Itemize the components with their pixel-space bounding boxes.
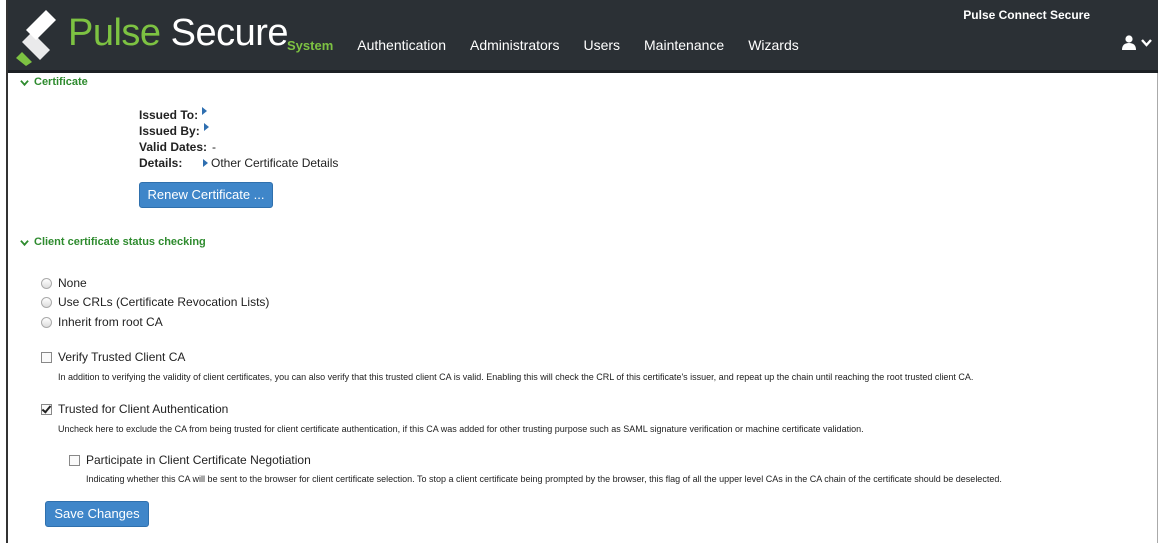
- status-checking-section-header[interactable]: Client certificate status checking: [20, 236, 206, 248]
- valid-dates-label: Valid Dates:: [139, 140, 208, 154]
- renew-certificate-button[interactable]: Renew Certificate ...: [139, 182, 273, 208]
- expand-arrow-icon[interactable]: [203, 123, 209, 131]
- radio-none-label: None: [58, 276, 87, 290]
- valid-dates-value: -: [212, 140, 217, 154]
- page-frame: Pulse Secure Pulse Connect Secure System…: [6, 0, 1158, 543]
- radio-none[interactable]: [41, 277, 52, 289]
- tab-system[interactable]: System: [287, 37, 333, 53]
- trusted-client-auth-option[interactable]: Trusted for Client Authentication: [41, 402, 228, 416]
- verify-trusted-ca-checkbox[interactable]: [41, 351, 52, 363]
- trusted-client-auth-label: Trusted for Client Authentication: [58, 402, 229, 416]
- participate-negotiation-label: Participate in Client Certificate Negoti…: [86, 453, 311, 467]
- issued-to-label: Issued To:: [139, 108, 199, 122]
- radio-inherit-label: Inherit from root CA: [58, 315, 163, 329]
- expand-arrow-icon: [203, 159, 208, 167]
- tab-maintenance[interactable]: Maintenance: [644, 37, 724, 53]
- chevron-down-icon: [20, 239, 29, 246]
- other-certificate-details-link[interactable]: Other Certificate Details: [203, 155, 338, 171]
- brand-part1: Pulse: [68, 12, 161, 54]
- radio-none-option[interactable]: None: [41, 276, 87, 290]
- details-link-label: Other Certificate Details: [211, 156, 339, 170]
- issued-by-label: Issued By:: [139, 124, 200, 138]
- verify-trusted-ca-option[interactable]: Verify Trusted Client CA: [41, 350, 185, 364]
- brand-part2: Secure: [170, 12, 289, 54]
- verify-trusted-ca-label: Verify Trusted Client CA: [58, 350, 186, 364]
- radio-use-crls-option[interactable]: Use CRLs (Certificate Revocation Lists): [41, 295, 269, 309]
- issued-to-row: Issued To:: [139, 107, 338, 123]
- radio-inherit[interactable]: [41, 316, 52, 328]
- tab-administrators[interactable]: Administrators: [470, 37, 559, 53]
- radio-use-crls[interactable]: [41, 296, 52, 308]
- radio-inherit-option[interactable]: Inherit from root CA: [41, 315, 163, 329]
- participate-negotiation-description: Indicating whether this CA will be sent …: [86, 474, 1002, 484]
- certificate-heading: Certificate: [34, 76, 88, 88]
- expand-arrow-icon[interactable]: [202, 107, 208, 115]
- valid-dates-row: Valid Dates: -: [139, 139, 338, 155]
- brand-name: Pulse Secure: [68, 12, 289, 55]
- tab-authentication[interactable]: Authentication: [357, 37, 446, 53]
- main-nav: System Authentication Administrators Use…: [287, 37, 823, 53]
- radio-use-crls-label: Use CRLs (Certificate Revocation Lists): [58, 295, 270, 309]
- verify-trusted-ca-description: In addition to verifying the validity of…: [58, 372, 974, 382]
- participate-negotiation-checkbox[interactable]: [69, 454, 80, 466]
- issued-by-row: Issued By:: [139, 123, 338, 139]
- trusted-client-auth-checkbox[interactable]: [41, 403, 52, 415]
- chevron-down-icon: [1141, 38, 1152, 47]
- status-checking-heading: Client certificate status checking: [34, 236, 206, 248]
- user-menu[interactable]: [1121, 34, 1152, 50]
- chevron-down-icon: [20, 79, 29, 86]
- tab-users[interactable]: Users: [583, 37, 620, 53]
- certificate-section-header[interactable]: Certificate: [20, 76, 88, 88]
- tab-wizards[interactable]: Wizards: [748, 37, 799, 53]
- trusted-client-auth-description: Uncheck here to exclude the CA from bein…: [58, 424, 864, 434]
- certificate-info: Issued To: Issued By: Valid Dates: - Det…: [139, 107, 338, 171]
- details-label: Details:: [139, 156, 183, 170]
- top-navigation-bar: Pulse Secure Pulse Connect Secure System…: [8, 0, 1158, 73]
- details-row: Details: Other Certificate Details: [139, 155, 338, 171]
- save-changes-button[interactable]: Save Changes: [45, 501, 149, 527]
- user-icon: [1122, 35, 1136, 50]
- product-name: Pulse Connect Secure: [963, 8, 1090, 22]
- participate-negotiation-option[interactable]: Participate in Client Certificate Negoti…: [69, 453, 311, 467]
- pulse-logo-icon: [16, 10, 56, 66]
